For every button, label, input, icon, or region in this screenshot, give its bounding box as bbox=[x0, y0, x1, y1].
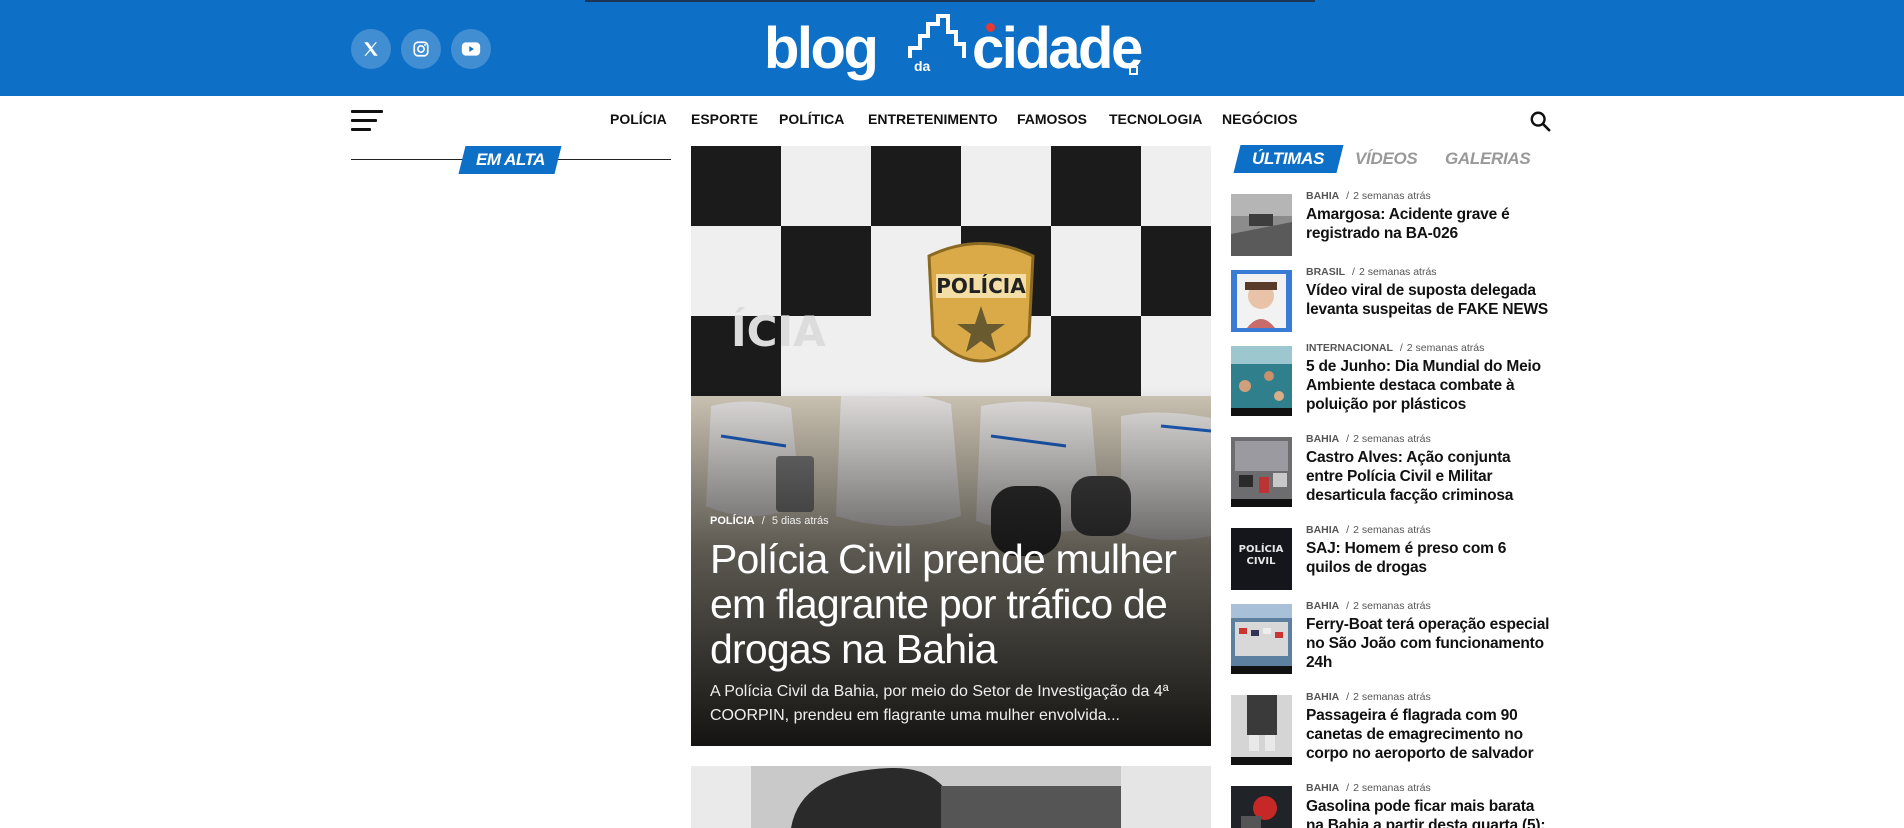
youtube-social-button[interactable] bbox=[451, 29, 491, 69]
nav-item-negocios[interactable]: NEGÓCIOS bbox=[1222, 111, 1297, 127]
nav-item-famosos[interactable]: FAMOSOS bbox=[1017, 111, 1087, 127]
item-time: 2 semanas atrás bbox=[1353, 600, 1431, 612]
item-category[interactable]: BRASIL bbox=[1306, 266, 1345, 278]
item-thumbnail bbox=[1231, 437, 1292, 507]
item-category[interactable]: BAHIA bbox=[1306, 524, 1339, 536]
x-icon bbox=[364, 42, 378, 56]
item-title[interactable]: SAJ: Homem é preso com 6 quilos de droga… bbox=[1306, 539, 1551, 577]
item-meta: BRASIL /2 semanas atrás bbox=[1306, 266, 1437, 278]
header-top-strip bbox=[585, 0, 1315, 2]
skyline-icon bbox=[908, 14, 966, 58]
item-thumbnail bbox=[1231, 604, 1292, 674]
svg-text:POLÍCIA: POLÍCIA bbox=[936, 274, 1026, 298]
svg-text:CIVIL: CIVIL bbox=[1247, 556, 1277, 567]
tab-videos[interactable]: VÍDEOS bbox=[1355, 145, 1418, 173]
nav-item-esporte[interactable]: ESPORTE bbox=[691, 111, 758, 127]
item-time: 2 semanas atrás bbox=[1353, 524, 1431, 536]
featured-separator: / bbox=[761, 515, 765, 527]
instagram-icon bbox=[413, 41, 429, 57]
item-title[interactable]: Passageira é flagrada com 90 canetas de … bbox=[1306, 706, 1551, 763]
item-meta: BAHIA /2 semanas atrás bbox=[1306, 782, 1431, 794]
em-alta-label: EM ALTA bbox=[475, 150, 545, 169]
item-category[interactable]: BAHIA bbox=[1306, 433, 1339, 445]
item-meta: BAHIA /2 semanas atrás bbox=[1306, 190, 1431, 202]
tab-galerias[interactable]: GALERIAS bbox=[1445, 145, 1531, 173]
item-thumbnail bbox=[1231, 786, 1292, 828]
item-time: 2 semanas atrás bbox=[1406, 342, 1485, 354]
item-title[interactable]: Vídeo viral de suposta delegada levanta … bbox=[1306, 281, 1551, 319]
featured-category[interactable]: POLÍCIA bbox=[710, 515, 755, 527]
item-category[interactable]: BAHIA bbox=[1306, 190, 1339, 202]
youtube-icon bbox=[461, 42, 481, 56]
item-thumbnail: POLÍCIA CIVIL bbox=[1231, 528, 1292, 590]
instagram-social-button[interactable] bbox=[401, 29, 441, 69]
item-meta: BAHIA /2 semanas atrás bbox=[1306, 691, 1431, 703]
nav-item-tecnologia[interactable]: TECNOLOGIA bbox=[1109, 111, 1202, 127]
item-time: 2 semanas atrás bbox=[1353, 782, 1431, 794]
featured-excerpt: A Polícia Civil da Bahia, por meio do Se… bbox=[710, 683, 1169, 724]
em-alta-heading: EM ALTA bbox=[458, 146, 562, 174]
logo-dot-accent bbox=[986, 23, 995, 32]
item-category[interactable]: INTERNACIONAL bbox=[1306, 342, 1393, 354]
item-meta: BAHIA /2 semanas atrás bbox=[1306, 600, 1431, 612]
x-social-button[interactable] bbox=[351, 29, 391, 69]
logo-blog-text: blog bbox=[764, 16, 879, 81]
svg-text:POLÍCIA: POLÍCIA bbox=[1239, 542, 1284, 555]
item-thumbnail bbox=[1231, 270, 1292, 332]
svg-text:ÍCIA: ÍCIA bbox=[731, 306, 826, 356]
site-logo[interactable]: blog da cidade bbox=[760, 14, 1143, 84]
featured-title[interactable]: Polícia Civil prende mulher em flagrante… bbox=[710, 537, 1200, 672]
item-time: 2 semanas atrás bbox=[1358, 266, 1437, 278]
item-time: 2 semanas atrás bbox=[1353, 691, 1431, 703]
nav-item-politica[interactable]: POLÍTICA bbox=[779, 111, 844, 127]
item-category[interactable]: BAHIA bbox=[1306, 600, 1339, 612]
featured-time: 5 dias atrás bbox=[771, 515, 829, 527]
logo-cidade-text: cidade bbox=[972, 16, 1143, 81]
nav-item-entretenimento[interactable]: ENTRETENIMENTO bbox=[868, 111, 998, 127]
second-article-thumbnail bbox=[691, 766, 1211, 828]
item-title[interactable]: Gasolina pode ficar mais barata na Bahia… bbox=[1306, 797, 1551, 828]
item-thumbnail bbox=[1231, 346, 1292, 416]
item-title[interactable]: Ferry-Boat terá operação especial no São… bbox=[1306, 615, 1551, 672]
item-thumbnail bbox=[1231, 194, 1292, 256]
tab-ultimas[interactable]: ÚLTIMAS bbox=[1233, 145, 1344, 173]
item-thumbnail bbox=[1231, 695, 1292, 765]
second-article-image[interactable] bbox=[691, 766, 1211, 828]
tab-ultimas-label: ÚLTIMAS bbox=[1252, 149, 1325, 168]
logo-da-text: da bbox=[914, 58, 931, 74]
logo-square-accent bbox=[1129, 66, 1138, 75]
item-category[interactable]: BAHIA bbox=[1306, 782, 1339, 794]
featured-meta: POLÍCIA / 5 dias atrás bbox=[710, 515, 829, 527]
main-navigation: POLÍCIA ESPORTE POLÍTICA ENTRETENIMENTO … bbox=[0, 96, 1904, 144]
item-meta: INTERNACIONAL /2 semanas atrás bbox=[1306, 342, 1485, 354]
search-icon[interactable] bbox=[1529, 110, 1551, 132]
item-time: 2 semanas atrás bbox=[1353, 190, 1431, 202]
item-title[interactable]: 5 de Junho: Dia Mundial do Meio Ambiente… bbox=[1306, 357, 1551, 414]
item-category[interactable]: BAHIA bbox=[1306, 691, 1339, 703]
featured-article[interactable]: POLÍCIA ÍCIA POLÍCIA / 5 dias atrás Polí… bbox=[691, 146, 1211, 746]
nav-item-policia[interactable]: POLÍCIA bbox=[610, 111, 667, 127]
item-meta: BAHIA /2 semanas atrás bbox=[1306, 433, 1431, 445]
item-title[interactable]: Castro Alves: Ação conjunta entre Políci… bbox=[1306, 448, 1551, 505]
site-header: blog da cidade bbox=[0, 0, 1904, 96]
hamburger-menu-icon[interactable] bbox=[351, 110, 383, 132]
item-title[interactable]: Amargosa: Acidente grave é registrado na… bbox=[1306, 205, 1551, 243]
item-time: 2 semanas atrás bbox=[1353, 433, 1431, 445]
item-meta: BAHIA /2 semanas atrás bbox=[1306, 524, 1431, 536]
